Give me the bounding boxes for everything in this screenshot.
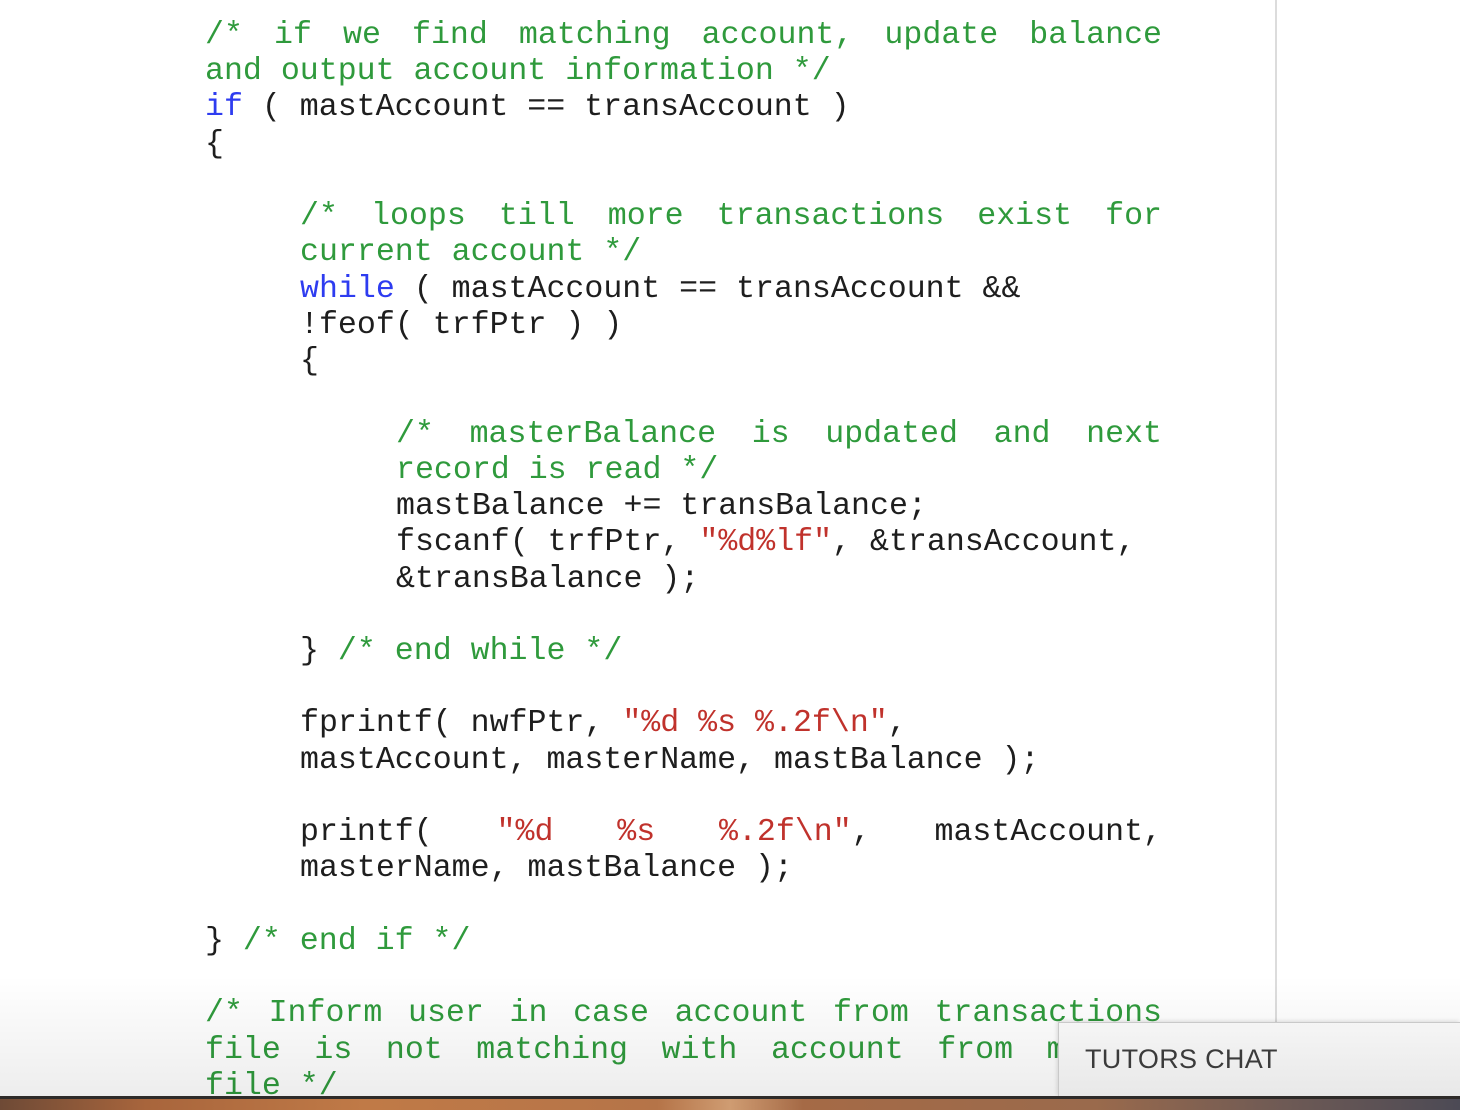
code-text: { bbox=[300, 344, 319, 380]
code-comment: /* end while */ bbox=[337, 633, 623, 669]
code-line: record is read */ bbox=[205, 453, 1162, 489]
code-text: ( mastAccount == transAccount ) bbox=[242, 90, 850, 126]
code-line: file is not matching with account from m bbox=[205, 1033, 1162, 1069]
code-comment: current account */ bbox=[300, 235, 642, 271]
code-line: while ( mastAccount == transAccount && bbox=[205, 272, 1162, 308]
code-line: } /* end while */ bbox=[205, 634, 1162, 670]
code-comment: record is read */ bbox=[396, 452, 719, 488]
code-line: /* Inform user in case account from tran… bbox=[205, 996, 1162, 1032]
code-text: , mastAccount, bbox=[851, 815, 1162, 851]
code-line: fscanf( trfPtr, "%d%lf", &transAccount, bbox=[205, 525, 1162, 561]
code-text: printf( bbox=[300, 815, 497, 851]
code-text: } bbox=[300, 633, 338, 669]
tutors-chat-button[interactable]: TUTORS CHAT bbox=[1058, 1022, 1460, 1096]
code-line: mastBalance += transBalance; bbox=[205, 489, 1162, 525]
code-comment: /* end if */ bbox=[242, 923, 471, 959]
code-line: /* if we find matching account, update b… bbox=[205, 18, 1162, 54]
code-comment: and output account information */ bbox=[205, 54, 831, 90]
code-text: fprintf( nwfPtr, bbox=[300, 706, 623, 742]
code-text: &transBalance ); bbox=[396, 561, 700, 597]
code-line: /* masterBalance is updated and next bbox=[205, 417, 1162, 453]
code-text: , bbox=[887, 706, 907, 742]
code-line: /* loops till more transactions exist fo… bbox=[205, 199, 1162, 235]
code-line: } /* end if */ bbox=[205, 924, 1162, 960]
code-line: { bbox=[205, 127, 1162, 163]
code-text: mastAccount, masterName, mastBalance ); bbox=[300, 742, 1040, 778]
code-block: /* if we find matching account, update b… bbox=[205, 18, 1162, 1105]
code-string: "%d %s %.2f\n" bbox=[496, 815, 852, 851]
code-line: fprintf( nwfPtr, "%d %s %.2f\n", bbox=[205, 706, 1162, 742]
code-line: !feof( trfPtr ) ) bbox=[205, 308, 1162, 344]
code-keyword: if bbox=[205, 90, 243, 126]
code-string: "%d %s %.2f\n" bbox=[622, 706, 888, 742]
code-line: printf( "%d %s %.2f\n", mastAccount, bbox=[205, 815, 1162, 851]
code-text: , &transAccount, bbox=[832, 525, 1136, 561]
code-text: mastBalance += transBalance; bbox=[396, 489, 927, 525]
code-line: if ( mastAccount == transAccount ) bbox=[205, 90, 1162, 126]
code-text: fscanf( trfPtr, bbox=[396, 525, 700, 561]
code-comment: file is not matching with account from m bbox=[205, 1032, 1066, 1068]
code-text: } bbox=[205, 923, 243, 959]
desktop-strip bbox=[0, 1096, 1460, 1110]
code-comment: /* masterBalance is updated and next bbox=[396, 416, 1162, 452]
code-text: masterName, mastBalance ); bbox=[300, 851, 793, 887]
tutors-chat-label: TUTORS CHAT bbox=[1085, 1044, 1278, 1074]
code-line: masterName, mastBalance ); bbox=[205, 851, 1162, 887]
code-line: and output account information */ bbox=[205, 54, 1162, 90]
page-divider bbox=[1275, 0, 1277, 1096]
code-line: { bbox=[205, 344, 1162, 380]
code-comment: /* loops till more transactions exist fo… bbox=[300, 199, 1162, 235]
code-line: current account */ bbox=[205, 235, 1162, 271]
code-comment: /* Inform user in case account from tran… bbox=[205, 996, 1162, 1032]
code-comment: /* if we find matching account, update b… bbox=[205, 18, 1162, 53]
code-text: ( mastAccount == transAccount && bbox=[394, 271, 1021, 307]
code-keyword: while bbox=[300, 271, 395, 307]
code-string: "%d%lf" bbox=[699, 525, 833, 561]
code-line: &transBalance ); bbox=[205, 562, 1162, 598]
code-text: !feof( trfPtr ) ) bbox=[300, 307, 623, 343]
code-text: { bbox=[205, 126, 224, 162]
code-line: mastAccount, masterName, mastBalance ); bbox=[205, 743, 1162, 779]
